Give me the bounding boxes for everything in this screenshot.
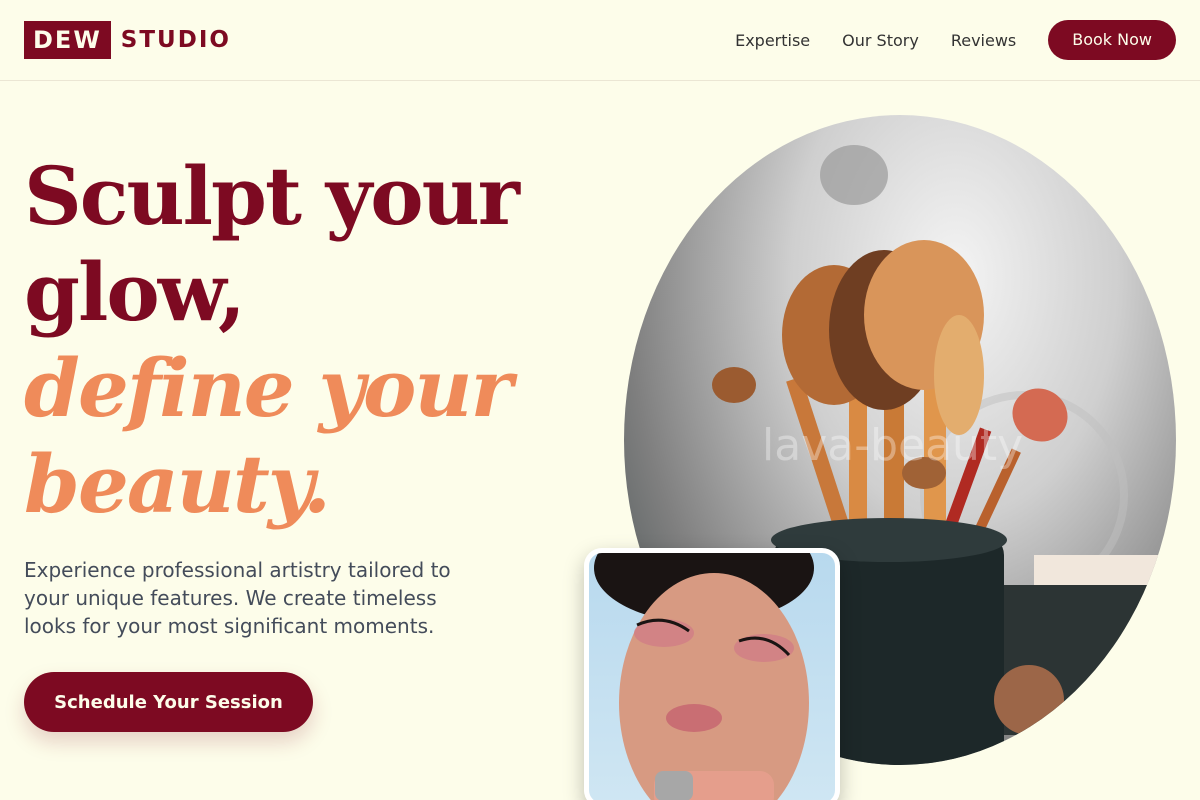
- site-header: DEW STUDIO Expertise Our Story Reviews B…: [0, 0, 1200, 81]
- model-portrait-illustration: [594, 553, 814, 800]
- logo-mark: DEW: [24, 21, 111, 59]
- model-portrait-image: [584, 548, 840, 800]
- nav-link-reviews[interactable]: Reviews: [951, 31, 1016, 50]
- brand-logo[interactable]: DEW STUDIO: [24, 21, 231, 59]
- main-nav: Expertise Our Story Reviews Book Now: [703, 20, 1176, 60]
- logo-wordmark: STUDIO: [120, 27, 231, 53]
- hero-description: Experience professional artistry tailore…: [24, 558, 451, 638]
- hero-title-line-3: define your: [24, 341, 513, 435]
- schedule-session-button[interactable]: Schedule Your Session: [24, 672, 313, 732]
- nav-link-expertise[interactable]: Expertise: [735, 31, 810, 50]
- hero-title-line-4: beauty.: [24, 437, 331, 531]
- hero-title-line-1: Sculpt your: [24, 149, 520, 243]
- nav-link-our-story[interactable]: Our Story: [842, 31, 919, 50]
- book-now-button[interactable]: Book Now: [1048, 20, 1176, 60]
- image-watermark: lava-beauty: [762, 420, 1024, 471]
- hero-title-line-2: glow,: [24, 245, 246, 339]
- hero-title: Sculpt your glow, define your beauty.: [24, 148, 544, 532]
